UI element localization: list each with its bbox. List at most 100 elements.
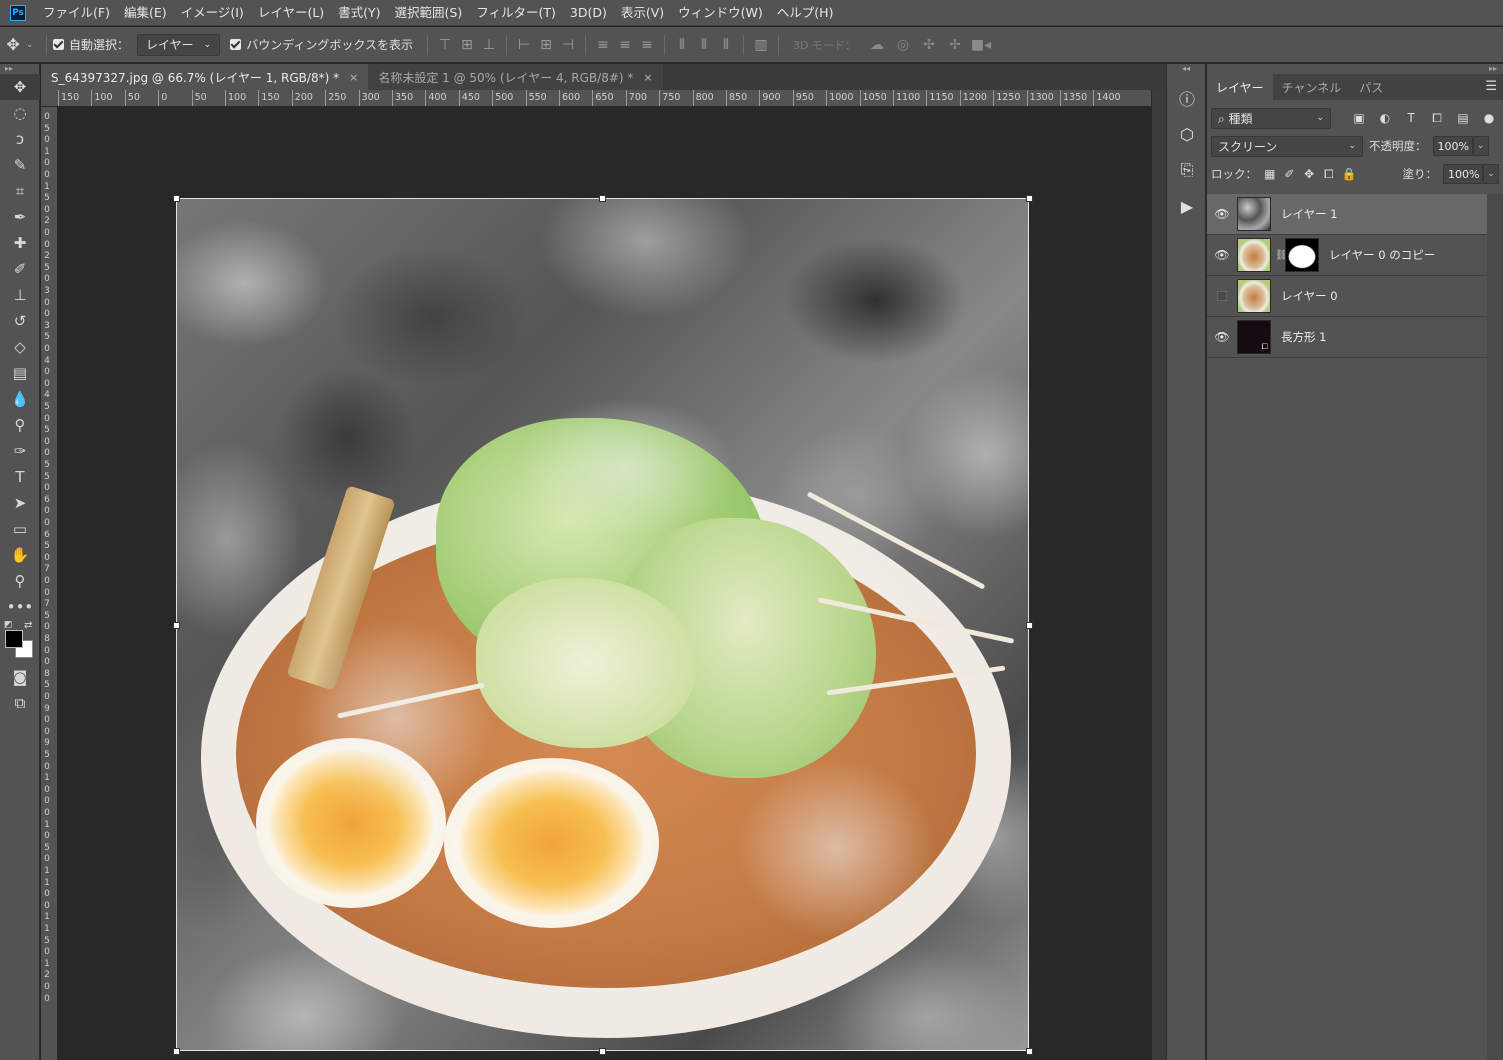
menu-select[interactable]: 選択範囲(S) <box>388 0 470 26</box>
filter-type-icon[interactable]: T <box>1401 108 1421 128</box>
tab-paths[interactable]: パス <box>1350 74 1392 100</box>
layer-row-layer-0-copy[interactable]: 👁 ⛓ レイヤー 0 のコピー <box>1207 235 1487 276</box>
swap-colors-icon[interactable]: ⇄ <box>24 620 32 631</box>
scale-3d-icon[interactable]: ■◂ <box>968 34 994 56</box>
align-top-edges-icon[interactable]: ⊤ <box>434 34 456 56</box>
history-brush-icon[interactable]: ↺ <box>0 308 40 334</box>
history-icon[interactable]: ⎘ <box>1167 152 1207 188</box>
opacity-input[interactable]: 100% <box>1432 136 1473 156</box>
screen-mode-icon[interactable]: ⧉ <box>0 690 40 716</box>
panel-menu-icon[interactable]: ☰ <box>1485 79 1497 94</box>
fill-input[interactable]: 100% <box>1443 164 1484 184</box>
distribute-bottom-icon[interactable]: ≡ <box>636 34 658 56</box>
chevron-down-icon[interactable]: ⌄ <box>1483 164 1500 184</box>
quick-mask-icon[interactable]: ◙ <box>0 664 40 690</box>
roll-3d-icon[interactable]: ◎ <box>890 34 916 56</box>
tab-channels[interactable]: チャンネル <box>1273 74 1351 100</box>
align-right-edges-icon[interactable]: ⊣ <box>557 34 579 56</box>
close-icon[interactable]: × <box>643 71 652 84</box>
filter-toggle-icon[interactable]: ● <box>1479 108 1499 128</box>
transform-handle-bottom-left[interactable] <box>173 1048 180 1055</box>
filter-shape-icon[interactable]: ⧠ <box>1427 108 1447 128</box>
pen-icon[interactable]: ✑ <box>0 438 40 464</box>
tab-layers[interactable]: レイヤー <box>1207 74 1273 100</box>
show-bounding-box-checkbox[interactable]: バウンディングボックスを表示 <box>230 36 413 53</box>
filter-adjustment-icon[interactable]: ◐ <box>1375 108 1395 128</box>
gradient-icon[interactable]: ▤ <box>0 360 40 386</box>
tab-s64397327[interactable]: S_64397327.jpg @ 66.7% (レイヤー 1, RGB/8*) … <box>41 64 369 90</box>
transform-handle-middle-right[interactable] <box>1026 622 1033 629</box>
eye-icon[interactable]: 👁 <box>1207 330 1237 344</box>
filter-smart-object-icon[interactable]: ▤ <box>1453 108 1473 128</box>
horizontal-ruler[interactable]: 150 100 50 0 50 100 150 200 250 300 350 400 450 500 55… <box>41 90 1151 107</box>
move-tool-icon[interactable]: ✥ <box>0 74 40 100</box>
link-chain-icon[interactable]: ⛓ <box>1275 250 1288 261</box>
blend-mode-dropdown[interactable]: スクリーン ⌄ <box>1211 135 1363 157</box>
blur-icon[interactable]: 💧 <box>0 386 40 412</box>
brush-icon[interactable]: ✐ <box>0 256 40 282</box>
menu-type[interactable]: 書式(Y) <box>331 0 387 26</box>
distribute-top-icon[interactable]: ≡ <box>592 34 614 56</box>
menu-window[interactable]: ウィンドウ(W) <box>671 0 770 26</box>
auto-select-target-dropdown[interactable]: レイヤー ⌄ <box>137 33 221 56</box>
tab-untitled-1[interactable]: 名称未設定 1 @ 50% (レイヤー 4, RGB/8#) * × <box>368 64 663 90</box>
menu-help[interactable]: ヘルプ(H) <box>770 0 841 26</box>
menu-layer[interactable]: レイヤー(L) <box>251 0 331 26</box>
foreground-color-swatch[interactable] <box>5 630 23 648</box>
menu-edit[interactable]: 編集(E) <box>117 0 174 26</box>
3d-cube-icon[interactable]: ⬡ <box>1167 116 1207 152</box>
info-icon[interactable]: ⓘ <box>1167 80 1207 116</box>
close-icon[interactable]: × <box>349 71 358 84</box>
lock-all-icon[interactable]: 🔒 <box>1342 165 1357 183</box>
distribute-left-icon[interactable]: ⦀ <box>671 34 693 56</box>
canvas-area[interactable] <box>59 107 1151 1060</box>
transform-handle-middle-left[interactable] <box>173 622 180 629</box>
layer-row-layer-1[interactable]: 👁 レイヤー 1 <box>1207 194 1487 235</box>
crop-icon[interactable]: ⌗ <box>0 178 40 204</box>
lock-artboard-icon[interactable]: ⧠ <box>1322 165 1336 183</box>
default-colors-icon[interactable]: ◩ <box>4 620 13 630</box>
eyedropper-icon[interactable]: ✒ <box>0 204 40 230</box>
document-image[interactable] <box>176 198 1029 1051</box>
menu-image[interactable]: イメージ(I) <box>174 0 251 26</box>
filter-pixel-icon[interactable]: ▣ <box>1349 108 1369 128</box>
align-left-edges-icon[interactable]: ⊢ <box>513 34 535 56</box>
align-horizontal-centers-icon[interactable]: ⊞ <box>535 34 557 56</box>
vertical-ruler[interactable]: 0501001502002503003504004505005506006507… <box>41 107 58 1060</box>
align-vertical-centers-icon[interactable]: ⊞ <box>456 34 478 56</box>
layer-row-rectangle-1[interactable]: 👁 ⧠ 長方形 1 <box>1207 317 1487 358</box>
color-swatches[interactable]: ◩ ⇄ <box>0 620 40 660</box>
menu-3d[interactable]: 3D(D) <box>563 0 614 26</box>
auto-select-checkbox[interactable]: 自動選択： <box>53 36 129 53</box>
transform-handle-bottom-center[interactable] <box>599 1048 606 1055</box>
align-bottom-edges-icon[interactable]: ⊥ <box>478 34 500 56</box>
lock-position-icon[interactable]: ✥ <box>1302 165 1316 183</box>
layers-scrollbar[interactable] <box>1487 194 1503 1060</box>
visibility-off-box[interactable] <box>1207 291 1237 301</box>
healing-brush-icon[interactable]: ✚ <box>0 230 40 256</box>
slide-3d-icon[interactable]: ✢ <box>942 34 968 56</box>
canvas-vertical-scrollbar[interactable] <box>1151 90 1166 1060</box>
chevron-down-icon[interactable]: ⌄ <box>1472 136 1489 156</box>
actions-play-icon[interactable]: ▶ <box>1167 188 1207 224</box>
zoom-icon[interactable]: ⚲ <box>0 568 40 594</box>
dodge-icon[interactable]: ⚲ <box>0 412 40 438</box>
layer-row-layer-0[interactable]: レイヤー 0 <box>1207 276 1487 317</box>
type-tool-icon[interactable]: T <box>0 464 40 490</box>
hand-icon[interactable]: ✋ <box>0 542 40 568</box>
collapse-arrows-icon[interactable]: ▸▸ <box>1207 64 1503 74</box>
distribute-right-icon[interactable]: ⦀ <box>715 34 737 56</box>
transform-handle-top-right[interactable] <box>1026 195 1033 202</box>
transform-handle-top-left[interactable] <box>173 195 180 202</box>
move-tool-preset-icon[interactable]: ✥ ⌄ <box>0 27 40 63</box>
drag-3d-icon[interactable]: ✣ <box>916 34 942 56</box>
eye-icon[interactable]: 👁 <box>1207 207 1237 221</box>
clone-stamp-icon[interactable]: ⊥ <box>0 282 40 308</box>
quick-selection-icon[interactable]: ✎ <box>0 152 40 178</box>
collapse-arrows-icon[interactable]: ◂◂ <box>1167 64 1205 74</box>
more-tools-icon[interactable]: ••• <box>0 594 40 620</box>
elliptical-marquee-icon[interactable]: ◌ <box>0 100 40 126</box>
eye-icon[interactable]: 👁 <box>1207 248 1237 262</box>
collapse-arrows-icon[interactable]: ▸▸ <box>0 64 39 74</box>
rectangle-icon[interactable]: ▭ <box>0 516 40 542</box>
